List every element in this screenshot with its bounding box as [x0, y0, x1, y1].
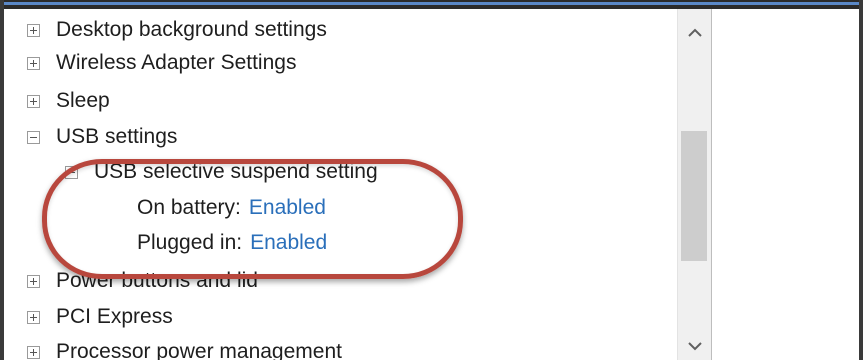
- settings-tree: Desktop background settings Wireless Ada…: [4, 9, 711, 360]
- plus-box-icon[interactable]: [27, 23, 40, 37]
- scrollbar-thumb[interactable]: [681, 131, 707, 261]
- plus-box-icon[interactable]: [27, 310, 40, 324]
- tree-item-label: USB selective suspend setting: [94, 160, 378, 183]
- tree-item-wireless-adapter[interactable]: Wireless Adapter Settings: [27, 47, 296, 79]
- tree-item-label: PCI Express: [56, 305, 173, 328]
- tree-item-power-buttons[interactable]: Power buttons and lid: [27, 265, 258, 297]
- tree-item-label: Power buttons and lid: [56, 269, 258, 292]
- tree-item-desktop-background[interactable]: Desktop background settings: [27, 14, 327, 46]
- tree-item-usb-settings[interactable]: USB settings: [27, 121, 177, 153]
- vertical-scrollbar[interactable]: [677, 9, 711, 360]
- setting-on-battery: On battery: Enabled: [137, 192, 326, 224]
- tree-item-label: Desktop background settings: [56, 18, 327, 41]
- chevron-down-icon[interactable]: [678, 331, 711, 360]
- plus-box-icon[interactable]: [27, 94, 40, 108]
- tree-item-pci-express[interactable]: PCI Express: [27, 301, 173, 333]
- chevron-up-icon[interactable]: [678, 17, 711, 47]
- tree-item-label: Wireless Adapter Settings: [56, 51, 297, 74]
- tree-item-label: Processor power management: [56, 340, 342, 360]
- tree-item-processor-power[interactable]: Processor power management: [27, 336, 342, 360]
- tree-item-usb-selective-suspend[interactable]: USB selective suspend setting: [65, 156, 378, 188]
- plus-box-icon[interactable]: [27, 274, 40, 288]
- tree-item-label: USB settings: [56, 125, 178, 148]
- setting-value-link[interactable]: Enabled: [249, 196, 326, 220]
- tree-item-label: Sleep: [56, 89, 110, 112]
- window-right-border: [859, 0, 863, 360]
- plus-box-icon[interactable]: [27, 56, 40, 70]
- setting-value-link[interactable]: Enabled: [250, 231, 327, 255]
- plus-box-icon[interactable]: [27, 345, 40, 359]
- window-title-accent: [0, 2, 863, 5]
- power-options-advanced-settings: Desktop background settings Wireless Ada…: [0, 0, 863, 360]
- setting-label: On battery:: [137, 196, 241, 219]
- tree-item-sleep[interactable]: Sleep: [27, 85, 110, 117]
- minus-box-icon[interactable]: [65, 165, 78, 179]
- setting-label: Plugged in:: [137, 231, 243, 254]
- dialog-side-area: [712, 9, 859, 360]
- minus-box-icon[interactable]: [27, 130, 40, 144]
- setting-plugged-in: Plugged in: Enabled: [137, 227, 327, 259]
